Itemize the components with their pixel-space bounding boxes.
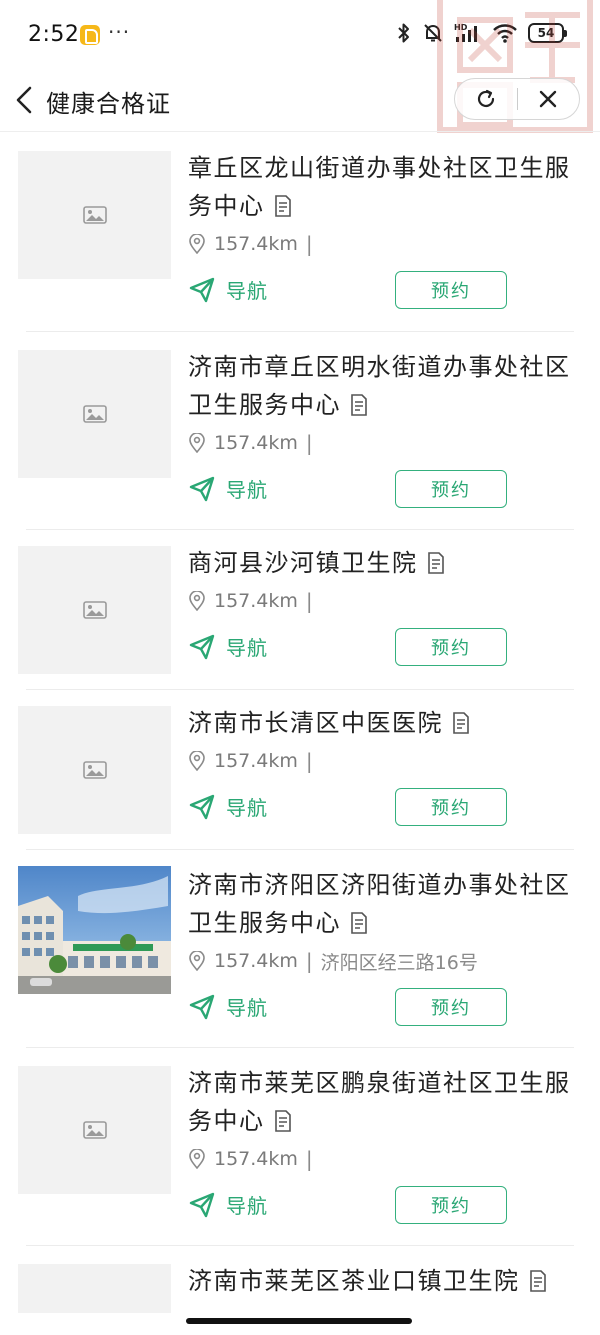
navigate-button[interactable]: 导航	[188, 1190, 268, 1219]
battery-icon: 54	[528, 23, 567, 43]
close-button[interactable]	[517, 79, 579, 119]
document-icon[interactable]	[427, 552, 444, 574]
book-appointment-button[interactable]: 预约	[395, 988, 507, 1026]
book-appointment-button[interactable]: 预约	[395, 271, 507, 309]
placeholder-image-icon	[18, 706, 171, 834]
distance-text: 157.4km	[214, 233, 298, 255]
facility-name[interactable]: 章丘区龙山街道办事处社区卫生服务中心	[188, 149, 576, 225]
document-icon[interactable]	[351, 394, 367, 416]
facility-name[interactable]: 济南市长清区中医医院	[188, 704, 576, 742]
location-pin-icon	[189, 234, 205, 254]
list-item[interactable]: 济南市莱芜区茶业口镇卫生院	[0, 1246, 600, 1313]
distance-row: 157.4km | 济阳区经三路16号	[188, 946, 576, 976]
status-time: 2:52	[28, 22, 80, 47]
meta-separator: |	[305, 232, 313, 256]
bluetooth-icon	[398, 23, 409, 43]
address-text: 济阳区经三路16号	[320, 951, 478, 974]
navigate-arrow-icon	[189, 794, 215, 819]
location-pin-icon	[189, 433, 205, 453]
facility-list: 章丘区龙山街道办事处社区卫生服务中心 157.4km | 导航 预约 济南市章丘…	[0, 133, 600, 1313]
status-icons: HD 54	[396, 22, 567, 44]
page-title: 健康合格证	[46, 90, 171, 118]
signal-icon: HD	[454, 23, 477, 42]
document-icon[interactable]	[351, 912, 367, 934]
nav-header: 健康合格证	[0, 70, 600, 132]
distance-text: 157.4km	[214, 590, 298, 612]
meta-separator: |	[305, 431, 313, 455]
navigate-button[interactable]: 导航	[188, 792, 268, 821]
navigate-arrow-icon	[189, 994, 215, 1019]
distance-text: 157.4km	[214, 750, 298, 772]
facility-name[interactable]: 商河县沙河镇卫生院	[188, 544, 576, 582]
meta-separator: |	[305, 1147, 313, 1171]
distance-row: 157.4km |	[188, 428, 576, 458]
document-icon[interactable]	[274, 195, 291, 217]
placeholder-image-icon	[18, 151, 171, 279]
wifi-icon	[493, 24, 517, 43]
navigate-arrow-icon	[189, 1192, 215, 1217]
close-icon	[540, 90, 557, 108]
document-icon[interactable]	[274, 1110, 291, 1132]
navigate-button[interactable]: 导航	[188, 632, 268, 661]
document-icon[interactable]	[453, 712, 469, 734]
facility-name[interactable]: 济南市章丘区明水街道办事处社区卫生服务中心	[188, 348, 576, 424]
list-item[interactable]: 济南市章丘区明水街道办事处社区卫生服务中心 157.4km | 导航 预约	[0, 332, 600, 530]
meta-separator: |	[305, 589, 313, 613]
svg-text:HD: HD	[454, 23, 468, 32]
location-pin-icon	[189, 1149, 205, 1169]
navigate-button[interactable]: 导航	[188, 275, 268, 304]
distance-row: 157.4km |	[188, 586, 576, 616]
facility-photo	[18, 866, 171, 994]
back-arrow-icon[interactable]	[10, 82, 40, 118]
book-appointment-button[interactable]: 预约	[395, 628, 507, 666]
list-item[interactable]: 济南市长清区中医医院 157.4km | 导航 预约	[0, 690, 600, 850]
facility-name[interactable]: 济南市莱芜区茶业口镇卫生院	[188, 1262, 576, 1300]
book-appointment-button[interactable]: 预约	[395, 788, 507, 826]
navigate-arrow-icon	[189, 634, 215, 659]
distance-row: 157.4km |	[188, 1144, 576, 1174]
navigate-button[interactable]: 导航	[188, 992, 268, 1021]
location-pin-icon	[189, 751, 205, 771]
placeholder-image-icon	[18, 1066, 171, 1194]
placeholder-image-icon	[18, 546, 171, 674]
status-bar: 2:52 ··· HD 54	[0, 0, 600, 70]
document-icon[interactable]	[529, 1270, 546, 1292]
miniapp-capsule	[454, 78, 580, 120]
refresh-icon	[477, 89, 494, 108]
book-appointment-button[interactable]: 预约	[395, 1186, 507, 1224]
distance-row: 157.4km |	[188, 229, 576, 259]
more-notifications-icon: ···	[108, 20, 131, 44]
list-item[interactable]: 商河县沙河镇卫生院 157.4km | 导航 预约	[0, 530, 600, 690]
placeholder-image-icon	[18, 350, 171, 478]
location-pin-icon	[189, 591, 205, 611]
navigate-arrow-icon	[189, 277, 215, 302]
facility-name[interactable]: 济南市济阳区济阳街道办事处社区卫生服务中心	[188, 866, 576, 942]
home-indicator[interactable]	[186, 1318, 412, 1324]
book-appointment-button[interactable]: 预约	[395, 470, 507, 508]
facility-name[interactable]: 济南市莱芜区鹏泉街道社区卫生服务中心	[188, 1064, 576, 1140]
list-item[interactable]: 章丘区龙山街道办事处社区卫生服务中心 157.4km | 导航 预约	[0, 133, 600, 332]
mute-bell-icon	[424, 24, 442, 42]
navigate-arrow-icon	[189, 476, 215, 501]
refresh-button[interactable]	[455, 79, 517, 119]
distance-row: 157.4km |	[188, 746, 576, 776]
notes-app-icon	[80, 25, 100, 45]
distance-text: 157.4km	[214, 1148, 298, 1170]
distance-text: 157.4km	[214, 432, 298, 454]
list-item[interactable]: 济南市莱芜区鹏泉街道社区卫生服务中心 157.4km | 导航 预约	[0, 1048, 600, 1246]
placeholder-image-icon	[18, 1264, 171, 1313]
distance-text: 157.4km	[214, 950, 298, 972]
meta-separator: |	[305, 949, 313, 973]
list-item[interactable]: 济南市济阳区济阳街道办事处社区卫生服务中心 157.4km | 济阳区经三路16…	[0, 850, 600, 1048]
meta-separator: |	[305, 749, 313, 773]
navigate-button[interactable]: 导航	[188, 474, 268, 503]
location-pin-icon	[189, 951, 205, 971]
